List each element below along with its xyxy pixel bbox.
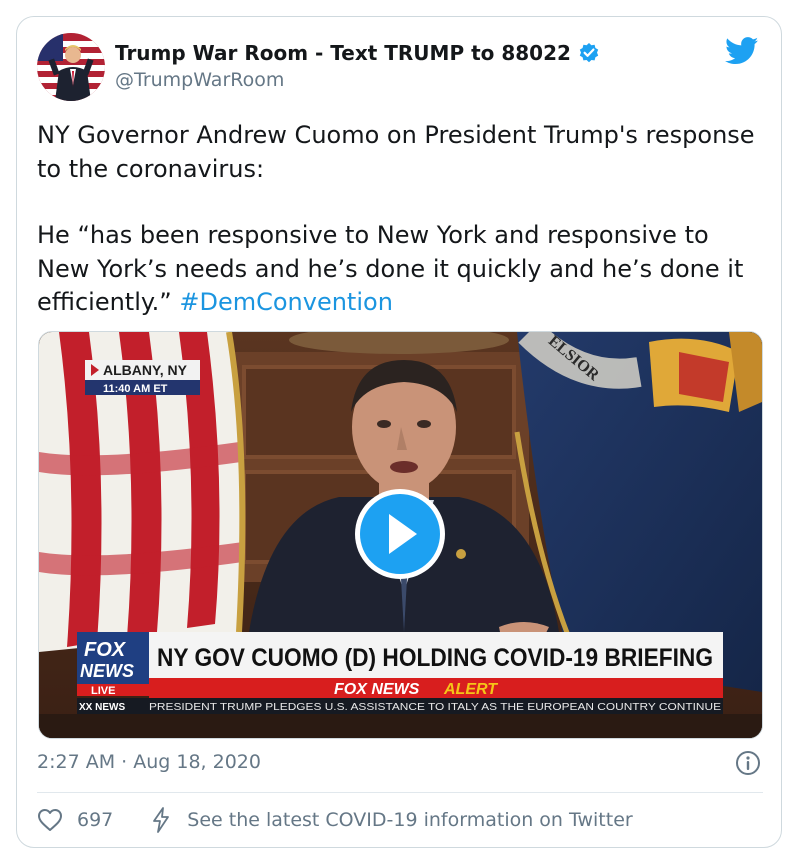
tweet-text: NY Governor Andrew Cuomo on President Tr… [37, 119, 767, 320]
author-handle[interactable]: @TrumpWarRoom [115, 69, 284, 91]
live-label: LIVE [91, 685, 115, 697]
fox-logo-bottom: NEWS [80, 661, 134, 681]
twitter-bird-icon[interactable] [725, 37, 759, 65]
video-player[interactable]: ELSIOR ALBANY, NY 11:40 AM ET FOX NEWS L… [38, 331, 763, 739]
tweet-timestamp[interactable]: 2:27 AM · Aug 18, 2020 [37, 751, 261, 773]
divider [37, 792, 763, 793]
avatar[interactable] [37, 33, 105, 101]
chyron: FOX NEWS LIVE NY GOV CUOMO (D) HOLDING C… [39, 632, 762, 738]
alert-prefix: FOX NEWS [334, 681, 420, 698]
chyron-headline: NY GOV CUOMO (D) HOLDING COVID-19 BRIEFI… [157, 644, 713, 672]
play-icon[interactable] [355, 489, 445, 579]
author-name-row: Trump War Room - Text TRUMP to 88022 [115, 41, 600, 65]
alert-word: ALERT [443, 681, 498, 698]
time-label: 11:40 AM ET [103, 383, 168, 395]
heart-icon[interactable] [37, 808, 63, 832]
ticker-source: XX NEWS [79, 702, 125, 713]
covid-info-link[interactable]: See the latest COVID-19 information on T… [187, 809, 632, 831]
verified-badge-icon [578, 42, 600, 64]
info-icon[interactable] [735, 750, 761, 776]
lightning-bolt-icon [151, 807, 171, 833]
location-bug: ALBANY, NY 11:40 AM ET [85, 360, 200, 395]
like-count[interactable]: 697 [77, 809, 113, 831]
location-label: ALBANY, NY [103, 362, 188, 378]
hashtag-link[interactable]: #DemConvention [179, 288, 393, 316]
tweet-text-paragraph-2: He “has been responsive to New York and … [37, 219, 767, 320]
ticker-text: PRESIDENT TRUMP PLEDGES U.S. ASSISTANCE … [149, 701, 721, 713]
tweet-actions: 697 See the latest COVID-19 information … [37, 807, 633, 833]
tweet-text-paragraph-1: NY Governor Andrew Cuomo on President Tr… [37, 121, 755, 183]
tweet-card: Trump War Room - Text TRUMP to 88022 @Tr… [16, 16, 782, 848]
fox-logo-top: FOX [84, 639, 127, 661]
author-display-name[interactable]: Trump War Room - Text TRUMP to 88022 [115, 41, 571, 65]
